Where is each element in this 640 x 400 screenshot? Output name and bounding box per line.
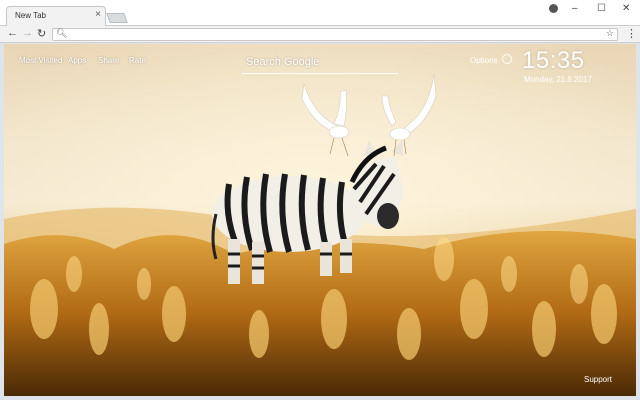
search-placeholder: Search Google [246, 56, 320, 68]
tab-new-tab[interactable]: New Tab × [6, 6, 106, 26]
clock-time: 15:35 [522, 47, 585, 74]
minimize-button[interactable]: – [572, 3, 578, 14]
new-tab-button[interactable] [106, 13, 128, 23]
link-rate[interactable]: Rate [129, 56, 146, 65]
link-apps[interactable]: Apps [68, 56, 86, 65]
tab-close-icon[interactable]: × [95, 9, 101, 20]
clock-icon[interactable] [502, 54, 512, 64]
search-icon: 🔍︎ [56, 28, 68, 38]
forward-button[interactable]: → [22, 27, 33, 39]
link-share[interactable]: Share [98, 56, 119, 65]
clock-date: Monday, 21.8.2017 [524, 75, 592, 84]
profile-icon[interactable] [549, 4, 558, 13]
link-most-visited[interactable]: Most Visited [19, 56, 62, 65]
options-link[interactable]: Options [470, 56, 498, 65]
browser-toolbar: ← → ↻ 🔍︎ ☆ ⋮ [0, 26, 640, 43]
back-button[interactable]: ← [7, 27, 18, 39]
new-tab-page: Most Visited Apps Share Rate Search Goog… [4, 44, 636, 396]
menu-icon[interactable]: ⋮ [626, 27, 637, 40]
tab-title: New Tab [15, 11, 46, 20]
bookmark-star-icon[interactable]: ☆ [606, 28, 614, 39]
maximize-button[interactable]: ☐ [597, 3, 606, 14]
reload-button[interactable]: ↻ [37, 27, 46, 40]
tab-strip: New Tab × – ☐ ✕ [0, 0, 640, 26]
background-image [4, 44, 636, 396]
address-bar[interactable]: 🔍︎ ☆ [52, 28, 618, 41]
close-window-button[interactable]: ✕ [622, 3, 630, 14]
support-link[interactable]: Support [584, 375, 612, 384]
google-search-input[interactable]: Search Google [242, 53, 398, 74]
